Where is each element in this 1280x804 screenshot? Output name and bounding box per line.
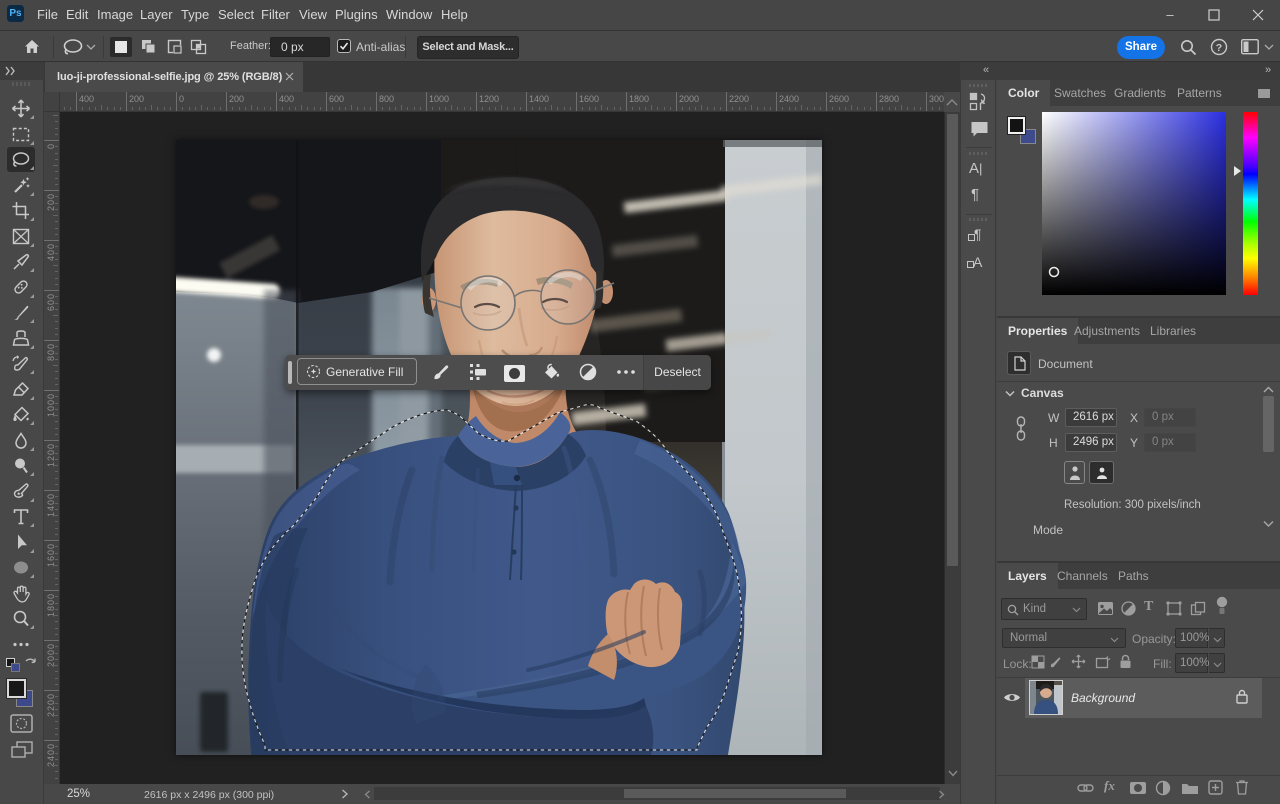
- svg-text:?: ?: [1216, 42, 1222, 54]
